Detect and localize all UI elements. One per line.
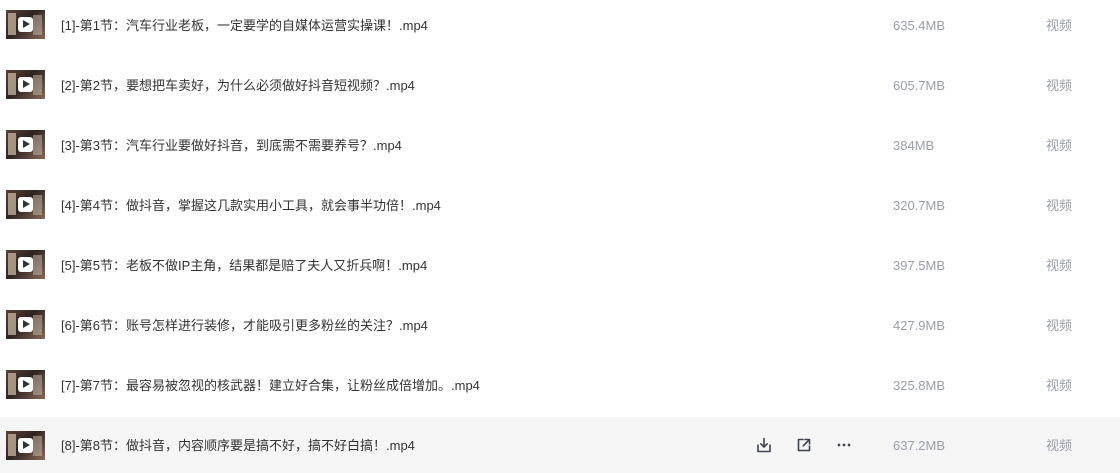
file-type: 视频 (1046, 78, 1073, 93)
file-name[interactable]: [6]-第6节：账号怎样进行装修，才能吸引更多粉丝的关注？.mp4 (61, 316, 721, 336)
file-name[interactable]: [1]-第1节：汽车行业老板，一定要学的自媒体运营实操课！.mp4 (61, 16, 721, 36)
file-size: 325.8MB (893, 378, 946, 393)
video-thumbnail-icon[interactable] (6, 70, 45, 99)
file-row[interactable]: [5]-第5节：老板不做IP主角，结果都是赔了夫人又折兵啊！.mp4 397.5… (0, 240, 1120, 300)
play-icon (18, 137, 33, 152)
file-type: 视频 (1046, 18, 1073, 33)
file-name[interactable]: [4]-第4节：做抖音，掌握这几款实用小工具，就会事半功倍！.mp4 (61, 196, 721, 216)
file-name[interactable]: [8]-第8节：做抖音，内容顺序要是搞不好，搞不好白搞！.mp4 (61, 436, 721, 456)
file-size: 384MB (893, 138, 935, 153)
file-row[interactable]: [7]-第7节：最容易被忽视的核武器！建立好合集，让粉丝成倍增加。.mp4 32… (0, 360, 1120, 420)
video-thumbnail-icon[interactable] (6, 370, 45, 399)
file-row-hovered[interactable]: [8]-第8节：做抖音，内容顺序要是搞不好，搞不好白搞！.mp4 637.2MB… (0, 417, 1120, 473)
file-row[interactable]: [6]-第6节：账号怎样进行装修，才能吸引更多粉丝的关注？.mp4 427.9M… (0, 300, 1120, 360)
share-icon[interactable] (794, 435, 814, 455)
file-type: 视频 (1046, 318, 1073, 333)
video-thumbnail-icon[interactable] (6, 130, 45, 159)
file-size: 427.9MB (893, 318, 946, 333)
play-icon (18, 438, 33, 453)
file-type: 视频 (1046, 198, 1073, 213)
file-type: 视频 (1046, 378, 1073, 393)
file-type: 视频 (1046, 138, 1073, 153)
file-size: 635.4MB (893, 18, 946, 33)
file-name[interactable]: [7]-第7节：最容易被忽视的核武器！建立好合集，让粉丝成倍增加。.mp4 (61, 376, 721, 396)
file-row[interactable]: [4]-第4节：做抖音，掌握这几款实用小工具，就会事半功倍！.mp4 320.7… (0, 180, 1120, 240)
video-file-list: [1]-第1节：汽车行业老板，一定要学的自媒体运营实操课！.mp4 635.4M… (0, 0, 1120, 473)
file-row[interactable]: [2]-第2节，要想把车卖好，为什么必须做好抖音短视频？.mp4 605.7MB… (0, 60, 1120, 120)
play-icon (18, 197, 33, 212)
file-size: 637.2MB (893, 438, 946, 453)
play-icon (18, 317, 33, 332)
file-name[interactable]: [2]-第2节，要想把车卖好，为什么必须做好抖音短视频？.mp4 (61, 76, 721, 96)
play-icon (18, 257, 33, 272)
file-name[interactable]: [5]-第5节：老板不做IP主角，结果都是赔了夫人又折兵啊！.mp4 (61, 256, 721, 276)
play-icon (18, 377, 33, 392)
more-icon[interactable] (834, 435, 854, 455)
file-size: 397.5MB (893, 258, 946, 273)
video-thumbnail-icon[interactable] (6, 190, 45, 219)
file-type: 视频 (1046, 258, 1073, 273)
file-size: 605.7MB (893, 78, 946, 93)
play-icon (18, 17, 33, 32)
play-icon (18, 77, 33, 92)
video-thumbnail-icon[interactable] (6, 10, 45, 39)
video-thumbnail-icon[interactable] (6, 431, 45, 460)
file-row[interactable]: [1]-第1节：汽车行业老板，一定要学的自媒体运营实操课！.mp4 635.4M… (0, 0, 1120, 60)
video-thumbnail-icon[interactable] (6, 250, 45, 279)
row-actions (754, 435, 864, 455)
video-thumbnail-icon[interactable] (6, 310, 45, 339)
file-row[interactable]: [3]-第3节：汽车行业要做好抖音，到底需不需要养号？.mp4 384MB 视频 (0, 120, 1120, 180)
file-size: 320.7MB (893, 198, 946, 213)
file-type: 视频 (1046, 438, 1073, 453)
file-name[interactable]: [3]-第3节：汽车行业要做好抖音，到底需不需要养号？.mp4 (61, 136, 721, 156)
download-icon[interactable] (754, 435, 774, 455)
